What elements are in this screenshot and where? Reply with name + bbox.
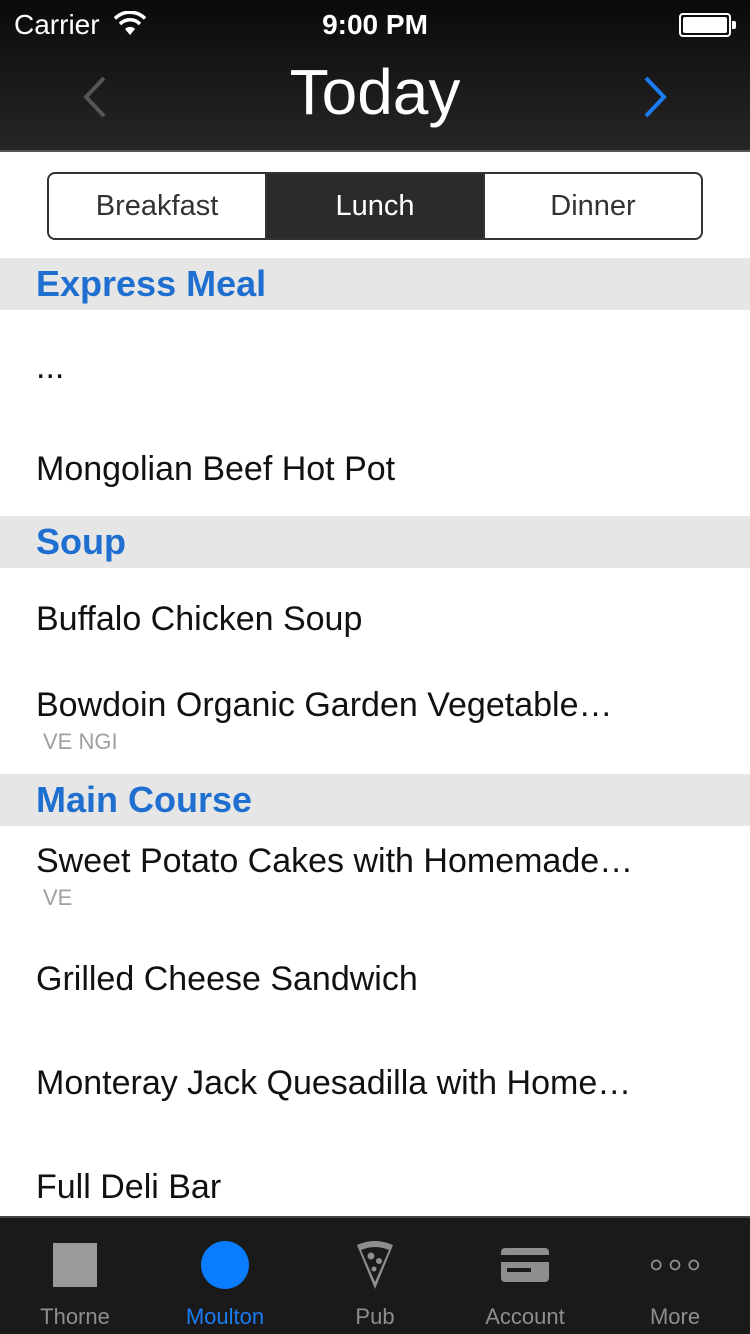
tab-account[interactable]: Account (450, 1218, 600, 1334)
list-item[interactable]: Grilled Cheese Sandwich (0, 936, 750, 1040)
segment-breakfast[interactable]: Breakfast (49, 174, 265, 238)
tab-label: Account (485, 1304, 565, 1329)
list-item[interactable]: Bowdoin Organic Garden Vegetable… VE NGI (0, 658, 750, 774)
meal-segmented-control: Breakfast Lunch Dinner (47, 172, 703, 240)
item-dietary-tags: VE (43, 885, 73, 910)
page-title: Today (289, 56, 461, 128)
chevron-right-icon[interactable] (640, 74, 670, 120)
segment-lunch[interactable]: Lunch (265, 174, 483, 238)
navigation-bar: Carrier 9:00 PM Today (0, 0, 750, 152)
section-header-soup: Soup (0, 516, 750, 568)
section-header-main-course: Main Course (0, 774, 750, 826)
item-name: Full Deli Bar (36, 1168, 222, 1206)
tab-pub[interactable]: Pub (300, 1218, 450, 1334)
menu-list[interactable]: Express Meal ... Mongolian Beef Hot Pot … (0, 258, 750, 1216)
tab-more[interactable]: More (600, 1218, 750, 1334)
item-name: Bowdoin Organic Garden Vegetable… (36, 686, 613, 724)
battery-icon (679, 13, 736, 37)
item-dietary-tags: VE NGI (43, 729, 118, 754)
square-icon (50, 1240, 100, 1290)
list-item[interactable]: Mongolian Beef Hot Pot (0, 414, 750, 516)
tab-moulton[interactable]: Moulton (150, 1218, 300, 1334)
item-name: Grilled Cheese Sandwich (36, 960, 418, 998)
status-bar: Carrier 9:00 PM (0, 0, 750, 50)
tab-bar: Thorne Moulton Pub Account More (0, 1216, 750, 1334)
more-dots-icon (650, 1240, 700, 1290)
item-name: Buffalo Chicken Soup (36, 600, 363, 638)
item-name: Monteray Jack Quesadilla with Home… (36, 1064, 632, 1102)
list-item[interactable]: Monteray Jack Quesadilla with Home… (0, 1040, 750, 1144)
tab-label: Moulton (185, 1304, 265, 1329)
list-item[interactable]: Full Deli Bar (0, 1144, 750, 1216)
status-time: 9:00 PM (322, 9, 428, 40)
credit-card-icon (500, 1240, 550, 1290)
item-name: Sweet Potato Cakes with Homemade… (36, 842, 634, 880)
list-item[interactable]: Sweet Potato Cakes with Homemade… VE (0, 826, 750, 936)
tab-label: More (649, 1304, 701, 1329)
segment-dinner[interactable]: Dinner (483, 174, 701, 238)
tab-label: Thorne (40, 1304, 110, 1329)
list-item[interactable]: ... (0, 310, 750, 414)
item-name: Mongolian Beef Hot Pot (36, 450, 396, 488)
item-name: ... (36, 348, 65, 386)
circle-icon (200, 1240, 250, 1290)
tab-label: Pub (355, 1304, 395, 1329)
pizza-icon (350, 1240, 400, 1290)
list-item[interactable]: Buffalo Chicken Soup (0, 568, 750, 658)
tab-thorne[interactable]: Thorne (0, 1218, 150, 1334)
section-header-express-meal: Express Meal (0, 258, 750, 310)
